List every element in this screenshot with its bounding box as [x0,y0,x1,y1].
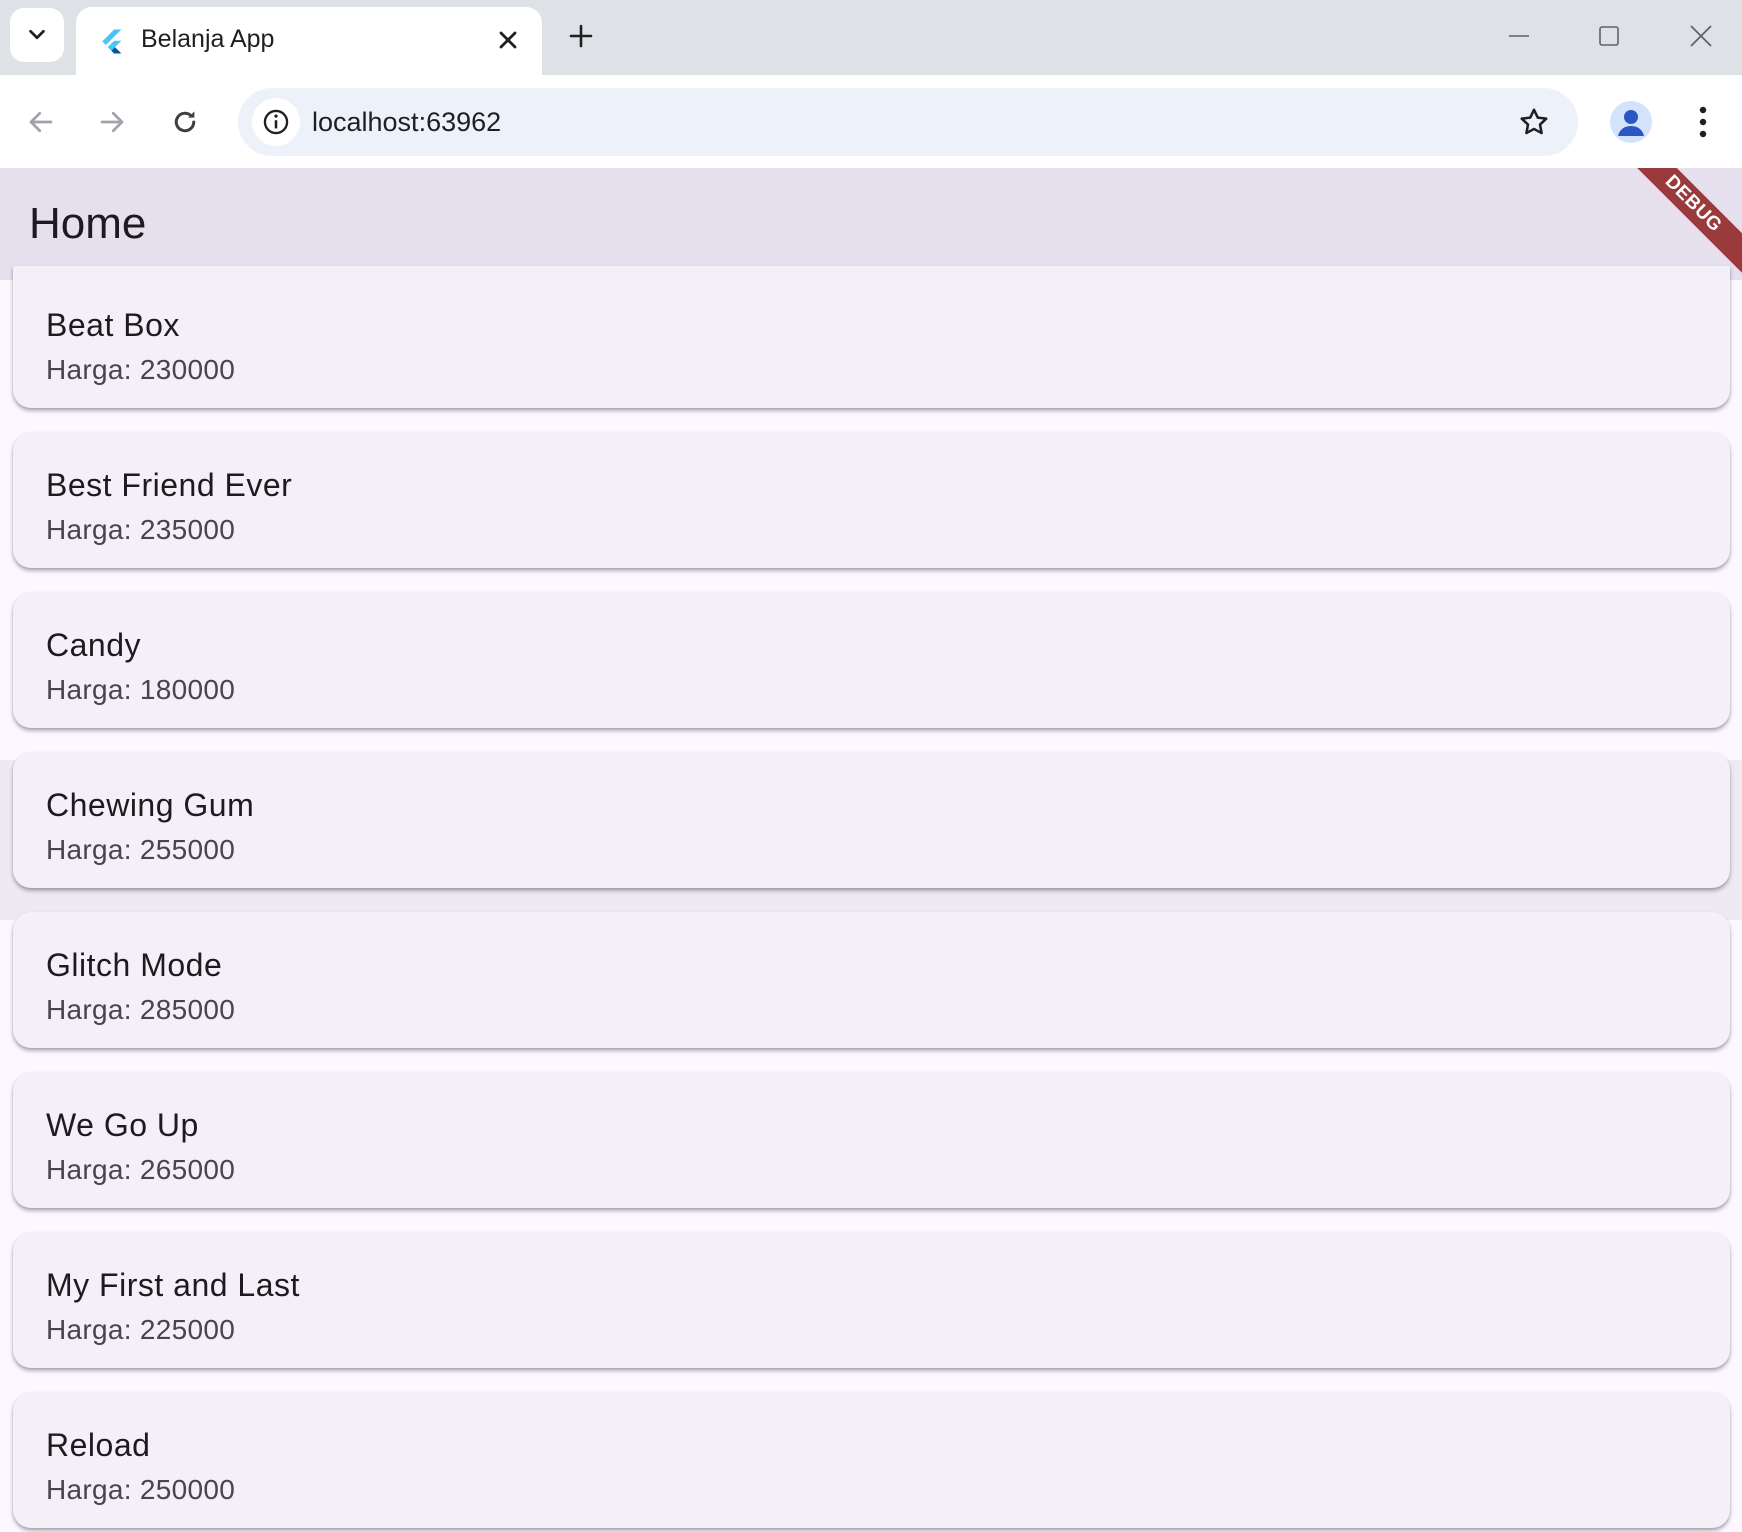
list-item[interactable]: Beat Box Harga: 230000 [0,266,1742,440]
tab-search-button[interactable] [10,8,64,62]
product-list[interactable]: Beat Box Harga: 230000 Best Friend Ever … [0,266,1742,1532]
arrow-left-icon [29,111,53,133]
list-item[interactable]: Reload Harga: 250000 [0,1392,1742,1532]
product-card[interactable]: My First and Last Harga: 225000 [13,1232,1730,1368]
window-close-icon [1690,25,1712,47]
reload-button[interactable] [160,97,210,147]
maximize-icon [1599,26,1619,46]
product-name: Chewing Gum [46,787,255,823]
browser-toolbar: localhost:63962 [0,75,1742,168]
browser-tab[interactable]: Belanja App [76,7,542,75]
plus-icon [569,24,593,48]
product-card[interactable]: Reload Harga: 250000 [13,1392,1730,1528]
product-name: Beat Box [46,307,180,343]
product-card[interactable]: Best Friend Ever Harga: 235000 [13,432,1730,568]
arrow-right-icon [100,111,124,133]
bookmark-button[interactable] [1510,98,1558,146]
product-name: We Go Up [46,1107,199,1143]
product-name: Best Friend Ever [46,467,293,503]
tab-title: Belanja App [141,25,275,53]
minimize-icon [1509,35,1529,37]
product-price: Harga: 235000 [46,514,236,545]
new-tab-button[interactable] [560,15,602,57]
page-title: Home [29,199,147,248]
list-item[interactable]: My First and Last Harga: 225000 [0,1232,1742,1400]
product-name: My First and Last [46,1267,300,1303]
address-bar[interactable]: localhost:63962 [238,88,1578,156]
more-vertical-icon [1699,106,1707,138]
product-price: Harga: 265000 [46,1154,236,1185]
app-bar: Home [0,168,1742,280]
close-icon [499,31,517,49]
back-button[interactable] [16,97,66,147]
product-name: Candy [46,627,141,663]
product-price: Harga: 250000 [46,1474,236,1505]
product-price: Harga: 255000 [46,834,236,865]
product-card[interactable]: Beat Box Harga: 230000 [13,266,1730,408]
list-item[interactable]: We Go Up Harga: 265000 [0,1072,1742,1240]
list-item[interactable]: Candy Harga: 180000 [0,592,1742,760]
list-item[interactable]: Chewing Gum Harga: 255000 [0,752,1742,920]
app-viewport: Home Beat Box Harga: 230000 Best Friend … [0,168,1742,1532]
maximize-button[interactable] [1574,10,1644,62]
star-icon [1520,108,1548,135]
list-item[interactable]: Best Friend Ever Harga: 235000 [0,432,1742,600]
product-card[interactable]: Chewing Gum Harga: 255000 [13,752,1730,888]
product-card[interactable]: We Go Up Harga: 265000 [13,1072,1730,1208]
product-price: Harga: 230000 [46,354,236,385]
chevron-down-icon [29,29,45,40]
product-price: Harga: 225000 [46,1314,236,1345]
reload-icon [174,111,196,133]
flutter-logo-icon [102,29,122,54]
url-text[interactable]: localhost:63962 [312,107,501,138]
product-card[interactable]: Candy Harga: 180000 [13,592,1730,728]
site-info-button[interactable] [252,98,300,146]
tab-close-button[interactable] [490,22,526,58]
product-card[interactable]: Glitch Mode Harga: 285000 [13,912,1730,1048]
minimize-button[interactable] [1484,10,1554,62]
profile-avatar[interactable] [1610,101,1652,143]
product-price: Harga: 180000 [46,674,236,705]
info-icon [263,109,289,135]
browser-menu-button[interactable] [1682,97,1724,147]
list-item[interactable]: Glitch Mode Harga: 285000 [0,912,1742,1080]
product-name: Reload [46,1427,151,1463]
window-close-button[interactable] [1666,10,1736,62]
forward-button[interactable] [87,97,137,147]
product-price: Harga: 285000 [46,994,236,1025]
browser-tab-strip: Belanja App [0,0,1742,75]
product-name: Glitch Mode [46,947,223,983]
person-icon [1618,110,1644,136]
